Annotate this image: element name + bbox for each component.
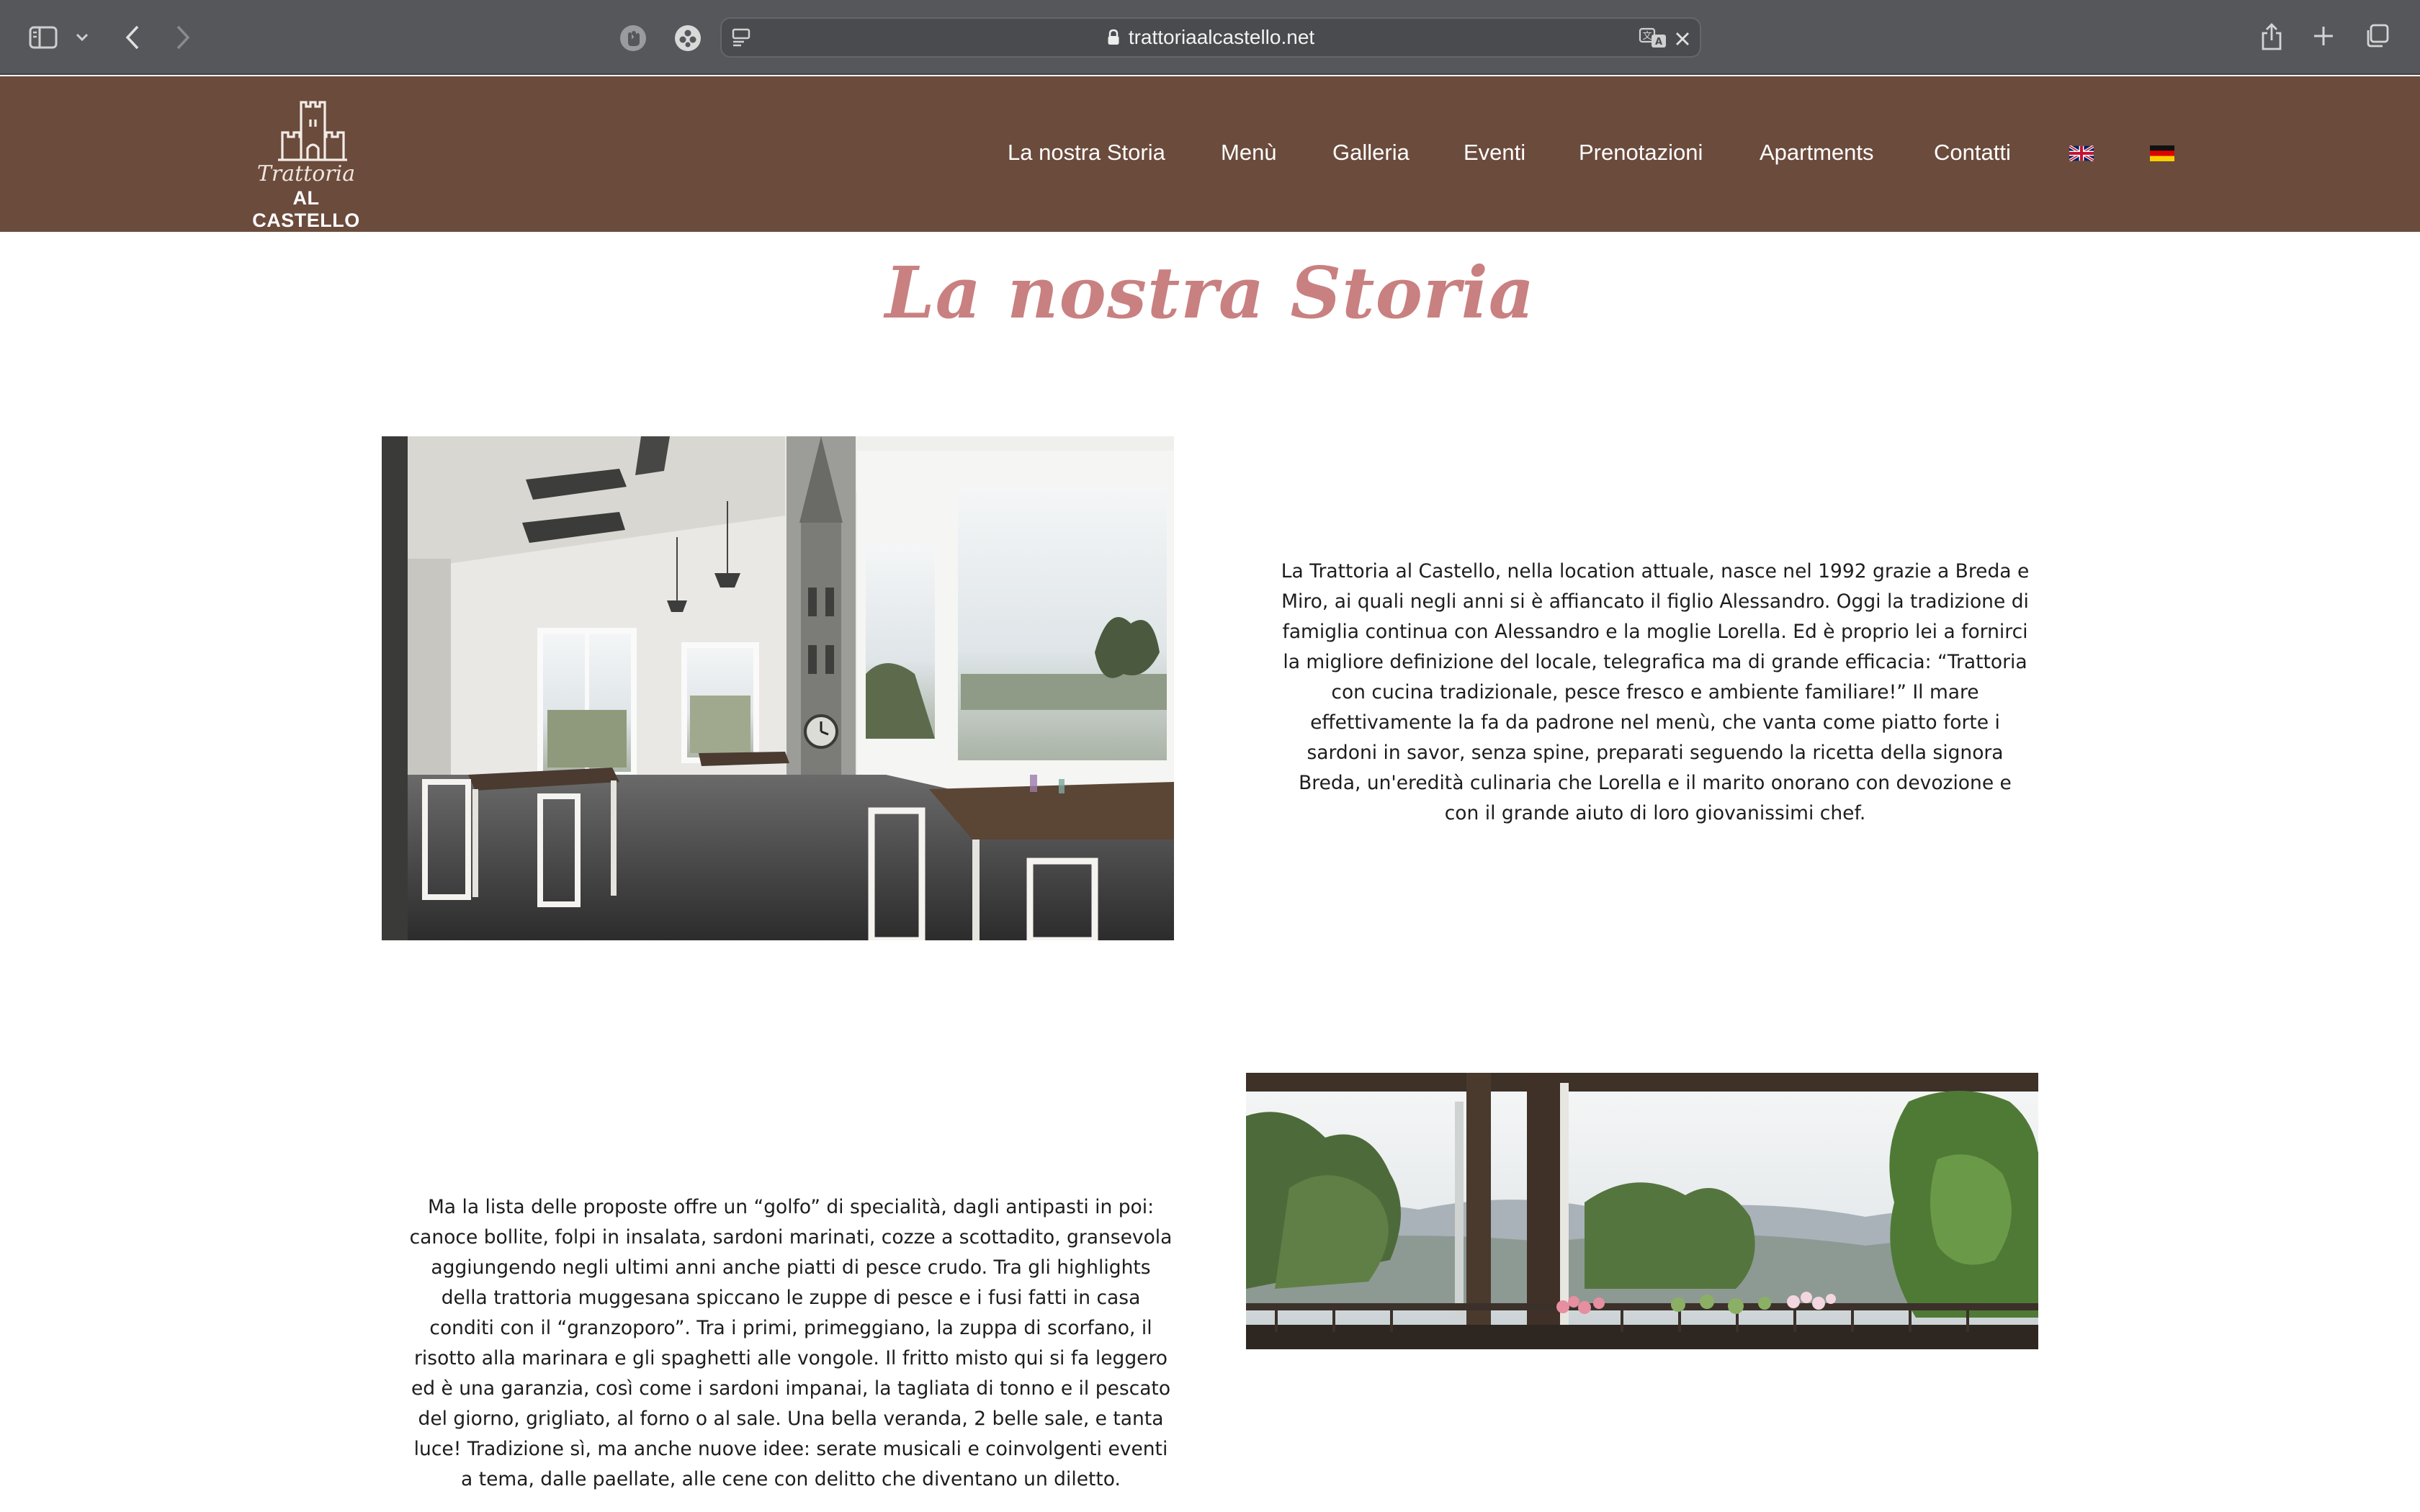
new-tab-icon[interactable]	[2309, 22, 2338, 50]
veranda-view-photo	[1246, 1073, 2038, 1349]
sidebar-toggle-icon[interactable]	[27, 23, 59, 52]
nav-apartments[interactable]: Apartments	[1760, 140, 1874, 166]
page-title: La nostra Storia	[884, 252, 1536, 335]
back-arrow-icon[interactable]	[120, 22, 145, 53]
forward-arrow-icon[interactable]	[170, 22, 196, 53]
german-flag-icon[interactable]	[2150, 145, 2174, 161]
url-text: trattoriaalcastello.net	[1128, 26, 1315, 48]
nav-galleria[interactable]: Galleria	[1332, 140, 1410, 166]
nav-storia[interactable]: La nostra Storia	[1008, 140, 1165, 166]
share-icon[interactable]	[2257, 19, 2286, 55]
browser-toolbar: trattoriaalcastello.net 文A	[0, 0, 2420, 75]
svg-text:文: 文	[1642, 31, 1652, 42]
logo-brand-text: AL CASTELLO	[252, 187, 360, 231]
nav-eventi[interactable]: Eventi	[1464, 140, 1525, 166]
nav-menu[interactable]: Menù	[1221, 140, 1277, 166]
extension-icon[interactable]	[673, 23, 703, 53]
tab-overview-icon[interactable]	[2362, 22, 2391, 50]
svg-text:A: A	[1655, 37, 1662, 48]
address-bar[interactable]: trattoriaalcastello.net 文A	[720, 17, 1701, 58]
chevron-down-icon[interactable]	[72, 29, 92, 46]
logo-script-text: Trattoria	[256, 161, 356, 186]
close-icon[interactable]	[1671, 27, 1694, 50]
nav-prenotazioni[interactable]: Prenotazioni	[1579, 140, 1703, 166]
english-flag-icon[interactable]	[2069, 145, 2094, 161]
site-header: Trattoria AL CASTELLO La nostra Storia M…	[0, 76, 2420, 232]
story-paragraph-1: La Trattoria al Castello, nella location…	[1281, 560, 2030, 824]
url-display[interactable]: trattoriaalcastello.net	[722, 19, 1700, 56]
translate-icon[interactable]: 文A	[1638, 26, 1668, 50]
site-logo[interactable]: Trattoria AL CASTELLO	[238, 95, 375, 231]
lock-icon	[1107, 29, 1120, 46]
privacy-extension-icon[interactable]	[618, 23, 648, 53]
nav-contatti[interactable]: Contatti	[1934, 140, 2011, 166]
story-paragraph-2: Ma la lista delle proposte offre un “gol…	[409, 1196, 1173, 1490]
restaurant-interior-photo	[382, 436, 1174, 940]
castle-logo-icon	[278, 101, 347, 161]
